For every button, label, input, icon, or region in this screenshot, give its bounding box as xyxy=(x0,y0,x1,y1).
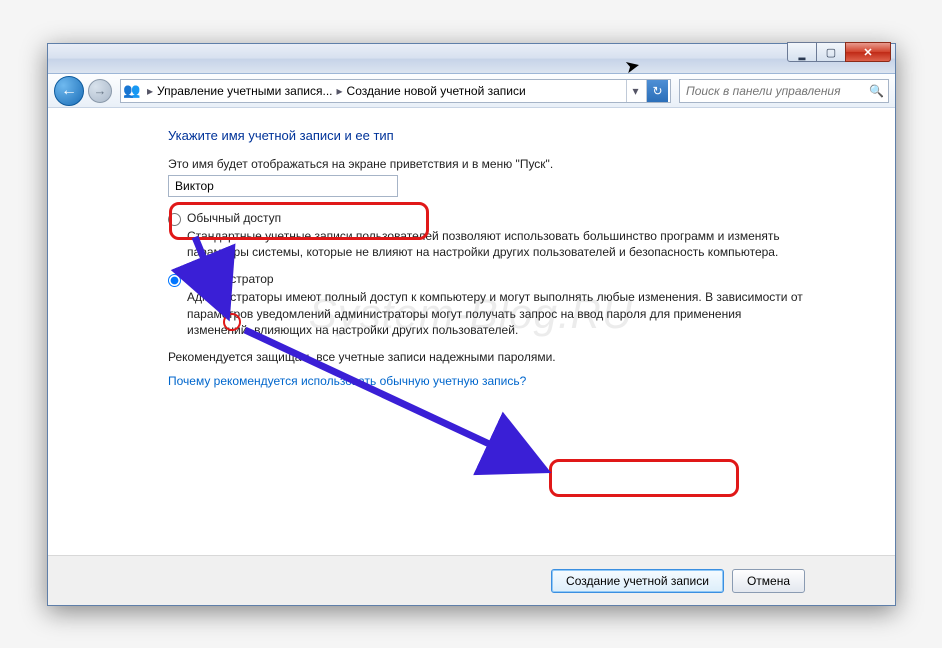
radio-label-standard: Обычный доступ xyxy=(187,211,281,225)
page-title: Укажите имя учетной записи и ее тип xyxy=(168,128,805,143)
nav-back-button[interactable]: ← xyxy=(54,76,84,106)
create-account-button[interactable]: Создание учетной записи xyxy=(551,569,724,593)
breadcrumb-dropdown[interactable]: ▾ xyxy=(626,80,644,102)
radio-label-admin: Администратор xyxy=(187,272,274,286)
maximize-button[interactable] xyxy=(816,42,846,62)
user-accounts-icon: 👥 xyxy=(121,80,143,102)
search-box[interactable]: 🔍 xyxy=(679,79,889,103)
chevron-right-icon: ▸ xyxy=(333,84,347,98)
intro-text: Это имя будет отображаться на экране при… xyxy=(168,157,805,171)
cancel-button[interactable]: Отмена xyxy=(732,569,805,593)
account-type-group: Обычный доступ Стандартные учетные запис… xyxy=(168,211,805,338)
main-content: Укажите имя учетной записи и ее тип Это … xyxy=(48,108,895,555)
button-bar: Создание учетной записи Отмена xyxy=(48,555,895,605)
radio-desc-admin: Администраторы имеют полный доступ к ком… xyxy=(187,289,805,338)
breadcrumb-parent[interactable]: Управление учетными запися... xyxy=(157,84,332,98)
minimize-button[interactable] xyxy=(787,42,817,62)
radio-option-admin[interactable]: Администратор xyxy=(168,272,805,287)
close-button[interactable] xyxy=(845,42,891,62)
refresh-button[interactable]: ↻ xyxy=(646,80,668,102)
recommendation-text: Рекомендуется защищать все учетные запис… xyxy=(168,350,805,364)
search-input[interactable] xyxy=(680,84,888,98)
radio-standard[interactable] xyxy=(168,213,181,226)
arrow-left-icon: ← xyxy=(61,82,77,100)
radio-desc-standard: Стандартные учетные записи пользователей… xyxy=(187,228,805,260)
navigation-bar: ← → 👥 ▸ Управление учетными запися... ▸ … xyxy=(48,74,895,108)
help-link[interactable]: Почему рекомендуется использовать обычну… xyxy=(168,374,805,388)
account-name-field xyxy=(168,175,805,197)
chevron-right-icon: ▸ xyxy=(143,84,157,98)
radio-admin[interactable] xyxy=(168,274,181,287)
titlebar[interactable] xyxy=(48,44,895,74)
search-icon: 🔍 xyxy=(869,84,884,98)
nav-forward-button[interactable]: → xyxy=(88,79,112,103)
window-controls xyxy=(788,42,891,62)
breadcrumb[interactable]: 👥 ▸ Управление учетными запися... ▸ Созд… xyxy=(120,79,671,103)
radio-option-standard[interactable]: Обычный доступ xyxy=(168,211,805,226)
breadcrumb-current[interactable]: Создание новой учетной записи xyxy=(347,84,526,98)
arrow-right-icon: → xyxy=(94,83,107,98)
control-panel-window: ← → 👥 ▸ Управление учетными запися... ▸ … xyxy=(47,43,896,606)
account-name-input[interactable] xyxy=(168,175,398,197)
refresh-icon: ↻ xyxy=(652,84,662,98)
